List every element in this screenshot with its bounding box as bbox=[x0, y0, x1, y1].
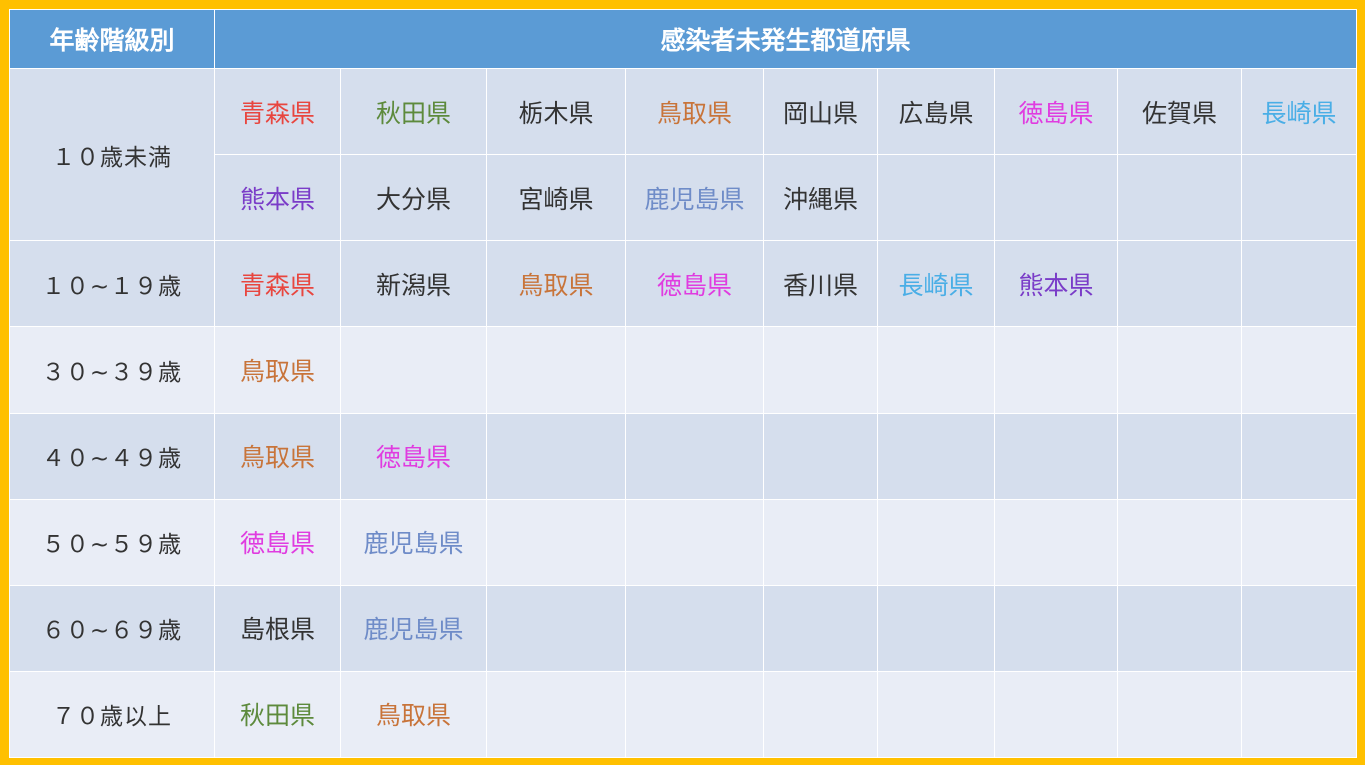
table-frame: 年齢階級別 感染者未発生都道府県 １０歳未満 青森県 秋田県 栃木県 鳥取県 岡山県 広島県… bbox=[0, 0, 1365, 765]
prefectures-header: 感染者未発生都道府県 bbox=[214, 9, 1357, 69]
age-group-cell: ４０~４９歳 bbox=[9, 412, 215, 500]
prefecture-cell bbox=[994, 670, 1118, 759]
prefecture-cell: 徳島県 bbox=[625, 240, 764, 328]
prefecture-cell: 新潟県 bbox=[340, 240, 487, 328]
prefecture-cell: 島根県 bbox=[214, 584, 341, 672]
prefecture-cell bbox=[877, 670, 995, 759]
prefecture-cell bbox=[763, 670, 878, 759]
prefecture-cell bbox=[763, 584, 878, 672]
prefecture-cell bbox=[877, 412, 995, 500]
prefecture-cell: 鳥取県 bbox=[214, 326, 341, 414]
prefecture-table: 年齢階級別 感染者未発生都道府県 １０歳未満 青森県 秋田県 栃木県 鳥取県 岡山県 広島県… bbox=[9, 9, 1357, 759]
prefecture-cell: 徳島県 bbox=[214, 498, 341, 586]
table-row: １０~１９歳 青森県 新潟県 鳥取県 徳島県 香川県 長崎県 熊本県 bbox=[9, 240, 1357, 328]
prefecture-cell: 徳島県 bbox=[340, 412, 487, 500]
prefecture-cell: 青森県 bbox=[214, 67, 341, 156]
prefecture-cell bbox=[763, 498, 878, 586]
age-group-cell: ５０~５９歳 bbox=[9, 498, 215, 586]
table-body: １０歳未満 青森県 秋田県 栃木県 鳥取県 岡山県 広島県 徳島県 佐賀県 長崎県 熊本県 大分県 宮崎… bbox=[9, 67, 1357, 759]
prefecture-cell: 鹿児島県 bbox=[340, 498, 487, 586]
age-group-cell: ３０~３９歳 bbox=[9, 326, 215, 414]
prefecture-cell: 香川県 bbox=[763, 240, 878, 328]
prefecture-cell bbox=[1117, 670, 1242, 759]
age-group-cell: １０歳未満 bbox=[9, 67, 215, 242]
table-row: ６０~６９歳 島根県 鹿児島県 bbox=[9, 584, 1357, 672]
table-row: １０歳未満 青森県 秋田県 栃木県 鳥取県 岡山県 広島県 徳島県 佐賀県 長崎県 bbox=[9, 67, 1357, 242]
prefecture-cell bbox=[1117, 326, 1242, 414]
prefecture-cell bbox=[877, 154, 995, 242]
prefecture-cell bbox=[1241, 670, 1357, 759]
prefecture-cell: 鳥取県 bbox=[486, 240, 626, 328]
table-row: ４０~４９歳 鳥取県 徳島県 bbox=[9, 412, 1357, 500]
prefecture-cell bbox=[486, 412, 626, 500]
age-group-cell: ７０歳以上 bbox=[9, 670, 215, 759]
table-row: ７０歳以上 秋田県 鳥取県 bbox=[9, 670, 1357, 759]
prefecture-cell bbox=[994, 412, 1118, 500]
table-row: ３０~３９歳 鳥取県 bbox=[9, 326, 1357, 414]
prefecture-cell: 広島県 bbox=[877, 67, 995, 156]
prefecture-cell: 沖縄県 bbox=[763, 154, 878, 242]
prefecture-cell bbox=[763, 326, 878, 414]
prefecture-cell: 秋田県 bbox=[214, 670, 341, 759]
prefecture-cell bbox=[1241, 412, 1357, 500]
age-group-cell: ６０~６９歳 bbox=[9, 584, 215, 672]
prefecture-cell: 徳島県 bbox=[994, 67, 1118, 156]
prefecture-cell bbox=[1117, 498, 1242, 586]
prefecture-cell bbox=[486, 584, 626, 672]
prefecture-cell bbox=[1117, 154, 1242, 242]
prefecture-cell bbox=[1117, 412, 1242, 500]
prefecture-cell: 栃木県 bbox=[486, 67, 626, 156]
prefecture-cell bbox=[625, 498, 764, 586]
header-row: 年齢階級別 感染者未発生都道府県 bbox=[9, 9, 1357, 69]
prefecture-cell: 長崎県 bbox=[877, 240, 995, 328]
prefecture-cell bbox=[994, 584, 1118, 672]
prefecture-cell bbox=[994, 154, 1118, 242]
prefecture-cell bbox=[486, 498, 626, 586]
prefecture-cell bbox=[1241, 240, 1357, 328]
prefecture-cell: 佐賀県 bbox=[1117, 67, 1242, 156]
prefecture-cell: 長崎県 bbox=[1241, 67, 1357, 156]
prefecture-cell bbox=[625, 412, 764, 500]
prefecture-cell bbox=[763, 412, 878, 500]
prefecture-cell bbox=[1117, 240, 1242, 328]
prefecture-cell: 鹿児島県 bbox=[625, 154, 764, 242]
prefecture-cell bbox=[994, 498, 1118, 586]
prefecture-cell bbox=[340, 326, 487, 414]
prefecture-cell bbox=[877, 584, 995, 672]
prefecture-cell bbox=[1241, 326, 1357, 414]
prefecture-cell: 大分県 bbox=[340, 154, 487, 242]
prefecture-cell bbox=[877, 498, 995, 586]
prefecture-cell bbox=[625, 326, 764, 414]
age-group-header: 年齢階級別 bbox=[9, 9, 215, 69]
prefecture-cell: 熊本県 bbox=[214, 154, 341, 242]
prefecture-cell: 岡山県 bbox=[763, 67, 878, 156]
prefecture-cell: 鹿児島県 bbox=[340, 584, 487, 672]
prefecture-cell bbox=[1241, 584, 1357, 672]
prefecture-cell: 鳥取県 bbox=[340, 670, 487, 759]
prefecture-cell bbox=[486, 670, 626, 759]
table-row: ５０~５９歳 徳島県 鹿児島県 bbox=[9, 498, 1357, 586]
prefecture-cell bbox=[1241, 498, 1357, 586]
prefecture-cell bbox=[1241, 154, 1357, 242]
age-group-cell: １０~１９歳 bbox=[9, 240, 215, 328]
prefecture-cell bbox=[625, 670, 764, 759]
prefecture-cell: 青森県 bbox=[214, 240, 341, 328]
prefecture-cell bbox=[877, 326, 995, 414]
prefecture-cell: 秋田県 bbox=[340, 67, 487, 156]
prefecture-cell bbox=[486, 326, 626, 414]
prefecture-cell: 鳥取県 bbox=[214, 412, 341, 500]
prefecture-cell: 熊本県 bbox=[994, 240, 1118, 328]
prefecture-cell: 鳥取県 bbox=[625, 67, 764, 156]
prefecture-cell bbox=[1117, 584, 1242, 672]
prefecture-cell: 宮崎県 bbox=[486, 154, 626, 242]
prefecture-cell bbox=[625, 584, 764, 672]
prefecture-cell bbox=[994, 326, 1118, 414]
